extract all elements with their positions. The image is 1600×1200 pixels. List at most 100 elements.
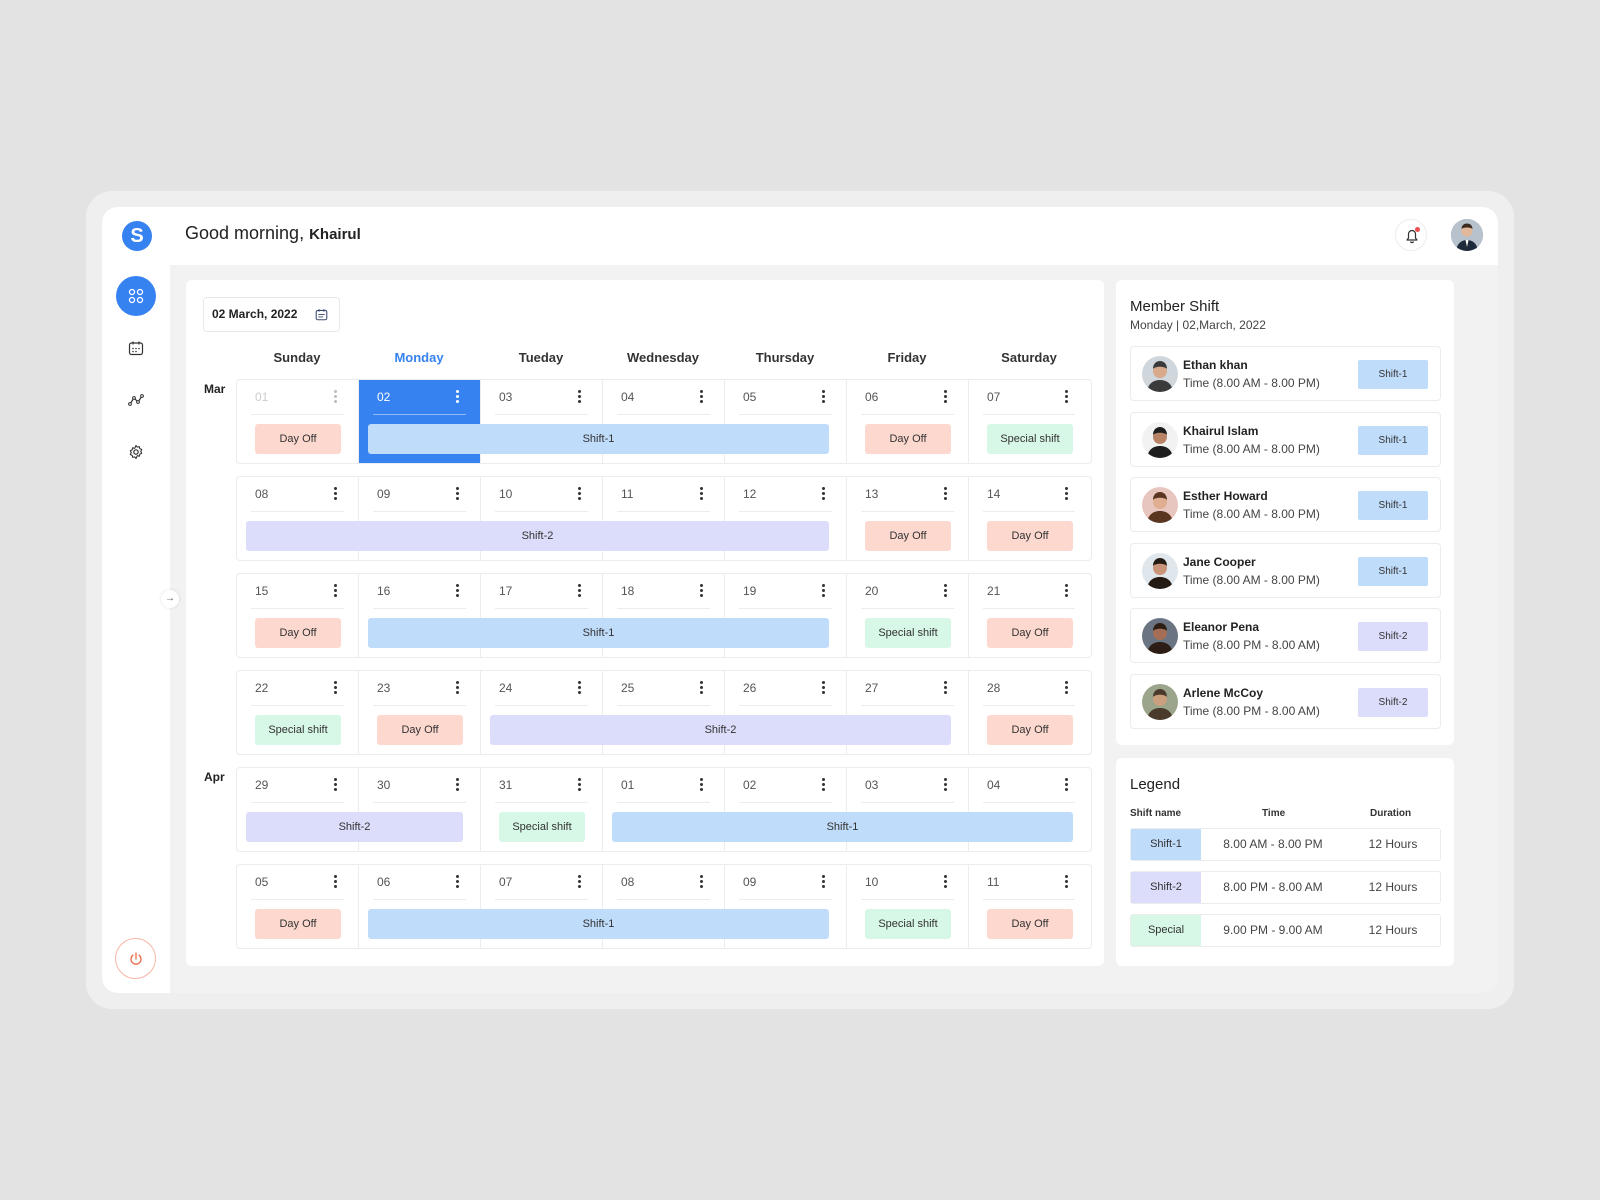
day-off-event[interactable]: Day Off	[377, 715, 463, 745]
more-options-icon[interactable]	[698, 681, 704, 696]
special-shift-event[interactable]: Special shift	[987, 424, 1073, 454]
shift-1-event[interactable]: Shift-1	[368, 909, 829, 939]
more-options-icon[interactable]	[942, 681, 948, 696]
more-options-icon[interactable]	[1063, 875, 1069, 890]
day-off-event[interactable]: Day Off	[987, 521, 1073, 551]
more-options-icon[interactable]	[698, 584, 704, 599]
more-options-icon[interactable]	[820, 487, 826, 502]
shift-1-event[interactable]: Shift-1	[368, 424, 829, 454]
more-options-icon[interactable]	[698, 487, 704, 502]
member-row[interactable]: Esther Howard Time (8.00 AM - 8.00 PM) Shi…	[1130, 477, 1441, 533]
divider	[251, 705, 344, 706]
special-shift-event[interactable]: Special shift	[499, 812, 585, 842]
more-options-icon[interactable]	[942, 778, 948, 793]
day-number: 23	[377, 681, 391, 695]
more-options-icon[interactable]	[454, 778, 460, 793]
divider	[739, 705, 832, 706]
divider	[983, 705, 1075, 706]
more-options-icon[interactable]	[1063, 584, 1069, 599]
user-avatar[interactable]	[1451, 219, 1483, 251]
day-off-event[interactable]: Day Off	[865, 424, 951, 454]
legend-header-time: Time	[1262, 808, 1286, 819]
member-time: Time (8.00 PM - 8.00 AM)	[1183, 638, 1320, 653]
more-options-icon[interactable]	[576, 487, 582, 502]
nav-dashboard[interactable]	[116, 276, 156, 316]
more-options-icon[interactable]	[698, 778, 704, 793]
more-options-icon[interactable]	[820, 390, 826, 405]
more-options-icon[interactable]	[942, 390, 948, 405]
more-options-icon[interactable]	[454, 584, 460, 599]
divider	[495, 414, 588, 415]
date-picker[interactable]: 02 March, 2022	[203, 297, 340, 332]
member-row[interactable]: Arlene McCoy Time (8.00 PM - 8.00 AM) Shif…	[1130, 674, 1441, 729]
day-off-event[interactable]: Day Off	[987, 715, 1073, 745]
shift-1-event[interactable]: Shift-1	[612, 812, 1073, 842]
shift-2-event[interactable]: Shift-2	[490, 715, 951, 745]
legend-row: Shift-2 8.00 PM - 8.00 AM 12 Hours	[1130, 871, 1441, 904]
day-number: 02	[743, 778, 757, 792]
notification-button[interactable]	[1395, 219, 1427, 251]
day-number: 30	[377, 778, 391, 792]
special-shift-event[interactable]: Special shift	[865, 618, 951, 648]
member-row[interactable]: Ethan khan Time (8.00 AM - 8.00 PM) Shift-…	[1130, 346, 1441, 401]
more-options-icon[interactable]	[698, 875, 704, 890]
member-row[interactable]: Jane Cooper Time (8.00 AM - 8.00 PM) Shift…	[1130, 542, 1441, 598]
nav-settings[interactable]	[116, 432, 156, 472]
day-off-event[interactable]: Day Off	[255, 909, 341, 939]
more-options-icon[interactable]	[820, 875, 826, 890]
more-options-icon[interactable]	[454, 487, 460, 502]
member-row[interactable]: Eleanor Pena Time (8.00 PM - 8.00 AM) Shif…	[1130, 608, 1441, 664]
divider	[617, 705, 710, 706]
sidebar-toggle[interactable]: →	[161, 590, 179, 608]
more-options-icon[interactable]	[820, 681, 826, 696]
more-options-icon[interactable]	[332, 681, 338, 696]
more-options-icon[interactable]	[332, 584, 338, 599]
logout-button[interactable]	[115, 938, 156, 979]
more-options-icon[interactable]	[942, 487, 948, 502]
special-shift-event[interactable]: Special shift	[255, 715, 341, 745]
more-options-icon[interactable]	[820, 778, 826, 793]
divider	[373, 802, 466, 803]
more-options-icon[interactable]	[576, 778, 582, 793]
shift-2-event[interactable]: Shift-2	[246, 812, 463, 842]
more-options-icon[interactable]	[332, 875, 338, 890]
more-options-icon[interactable]	[698, 390, 704, 405]
more-options-icon[interactable]	[454, 681, 460, 696]
more-options-icon[interactable]	[332, 390, 338, 405]
app-logo[interactable]: S	[122, 221, 152, 251]
more-options-icon[interactable]	[942, 875, 948, 890]
more-options-icon[interactable]	[1063, 681, 1069, 696]
day-off-event[interactable]: Day Off	[255, 618, 341, 648]
more-options-icon[interactable]	[1063, 487, 1069, 502]
date-picker-value: 02 March, 2022	[212, 307, 298, 321]
day-off-event[interactable]: Day Off	[255, 424, 341, 454]
more-options-icon[interactable]	[1063, 778, 1069, 793]
nav-calendar[interactable]	[116, 328, 156, 368]
day-off-event[interactable]: Day Off	[987, 909, 1073, 939]
more-options-icon[interactable]	[332, 487, 338, 502]
more-options-icon[interactable]	[332, 778, 338, 793]
nav-analytics[interactable]	[116, 380, 156, 420]
special-shift-event[interactable]: Special shift	[865, 909, 951, 939]
shift-1-event[interactable]: Shift-1	[368, 618, 829, 648]
day-number: 06	[865, 390, 879, 404]
shift-2-event[interactable]: Shift-2	[246, 521, 829, 551]
more-options-icon[interactable]	[1063, 390, 1069, 405]
more-options-icon[interactable]	[576, 875, 582, 890]
day-number: 04	[987, 778, 1001, 792]
day-off-event[interactable]: Day Off	[865, 521, 951, 551]
divider	[373, 705, 466, 706]
more-options-icon[interactable]	[576, 681, 582, 696]
more-options-icon[interactable]	[454, 875, 460, 890]
day-header-saturday: Saturday	[1001, 350, 1057, 365]
member-row[interactable]: Khairul Islam Time (8.00 AM - 8.00 PM) Shi…	[1130, 411, 1441, 467]
more-options-icon[interactable]	[820, 584, 826, 599]
more-options-icon[interactable]	[454, 390, 460, 405]
day-number: 13	[865, 487, 879, 501]
divider	[617, 511, 710, 512]
more-options-icon[interactable]	[942, 584, 948, 599]
day-off-event[interactable]: Day Off	[987, 618, 1073, 648]
more-options-icon[interactable]	[576, 390, 582, 405]
member-time: Time (8.00 AM - 8.00 PM)	[1183, 507, 1320, 522]
more-options-icon[interactable]	[576, 584, 582, 599]
